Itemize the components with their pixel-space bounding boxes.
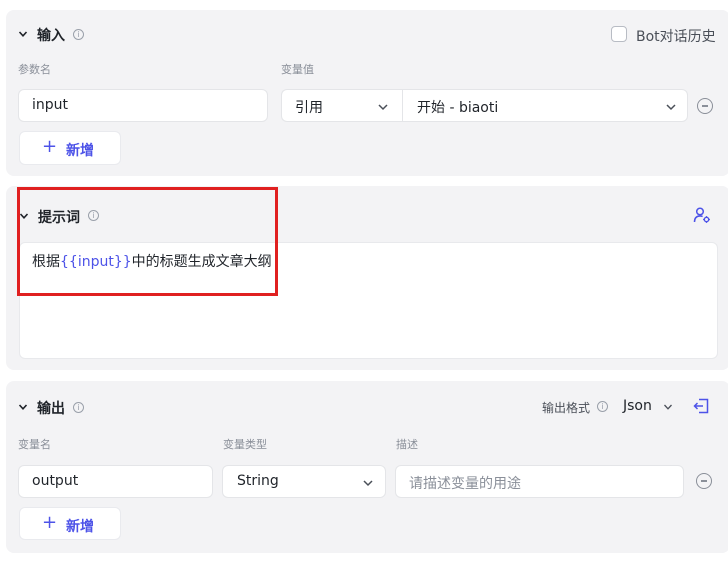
info-icon[interactable]: i — [73, 402, 84, 413]
remove-row-icon[interactable] — [696, 473, 712, 489]
description-input[interactable]: 请描述变量的用途 — [395, 465, 684, 498]
param-name-header: 参数名 — [18, 63, 51, 76]
bot-history-label: Bot对话历史 — [636, 29, 716, 45]
output-format-select[interactable]: Json — [623, 397, 675, 417]
param-name-input[interactable]: input — [18, 89, 268, 122]
import-icon[interactable] — [693, 398, 709, 414]
input-section: 输入 i Bot对话历史 参数名 变量值 input 引用 开始 - biaot… — [6, 10, 728, 176]
info-icon[interactable]: i — [597, 401, 608, 412]
description-header: 描述 — [396, 438, 418, 451]
plus-icon: + — [42, 512, 58, 533]
output-title: 输出 — [37, 401, 65, 417]
user-settings-icon[interactable] — [693, 206, 711, 224]
var-name-header: 变量名 — [18, 438, 51, 451]
output-name-input[interactable]: output — [18, 465, 213, 498]
remove-row-icon[interactable] — [697, 98, 713, 114]
input-title: 输入 — [37, 28, 65, 44]
add-output-button[interactable]: + 新增 — [19, 507, 121, 540]
chevron-down-icon[interactable] — [18, 29, 28, 39]
add-input-button[interactable]: + 新增 — [19, 131, 121, 165]
chevron-down-icon — [666, 104, 676, 111]
chevron-down-icon — [378, 104, 388, 111]
output-section: 输出 i 输出格式 i Json 变量名 变量类型 描述 output Stri… — [6, 381, 728, 553]
output-type-select[interactable]: String — [222, 465, 386, 498]
bot-history-checkbox[interactable] — [611, 26, 627, 42]
chevron-down-icon[interactable] — [18, 402, 28, 412]
plus-icon: + — [42, 136, 58, 157]
value-type-select[interactable]: 引用 — [281, 89, 403, 122]
info-icon[interactable]: i — [73, 29, 84, 40]
reference-select[interactable]: 开始 - biaoti — [402, 89, 688, 122]
var-type-header: 变量类型 — [223, 438, 267, 451]
chevron-down-icon — [363, 480, 373, 487]
variable-value-header: 变量值 — [281, 63, 314, 76]
output-format-label: 输出格式 — [542, 401, 591, 415]
chevron-down-icon — [664, 404, 672, 410]
highlight-box — [17, 187, 278, 296]
